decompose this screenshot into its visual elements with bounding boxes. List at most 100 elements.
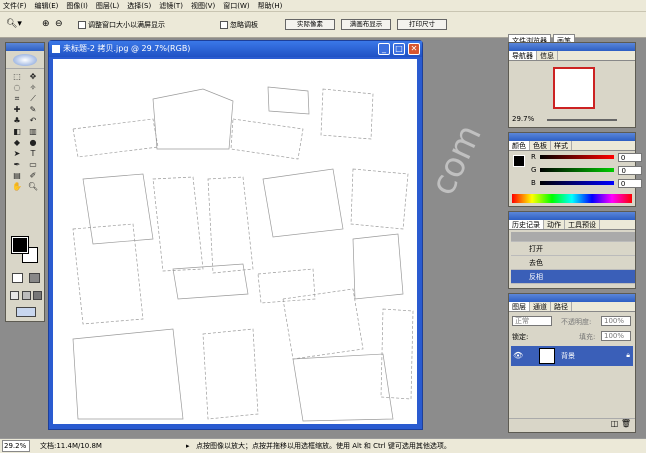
minimize-icon[interactable]: _ <box>378 43 390 55</box>
zoom-tool-icon[interactable]: 🔍︎▾ <box>6 18 22 30</box>
type-tool-icon[interactable]: T <box>25 148 41 159</box>
navigator-titlebar[interactable] <box>509 43 635 51</box>
screen-mode-2-icon[interactable] <box>21 291 31 300</box>
status-arrow-icon[interactable]: ▸ <box>186 439 190 453</box>
magic-wand-icon[interactable]: ✧ <box>25 82 41 93</box>
maximize-icon[interactable]: □ <box>393 43 405 55</box>
notes-tool-icon[interactable]: ▤ <box>9 170 25 181</box>
status-doc-size[interactable]: 文档:11.4M/10.8M <box>40 439 102 453</box>
tab-layers[interactable]: 图层 <box>509 302 530 311</box>
marquee-tool-icon[interactable]: ⬚ <box>9 71 25 82</box>
tab-navigator[interactable]: 导航器 <box>509 51 537 60</box>
quickmask-mode-icon[interactable] <box>29 273 40 283</box>
tab-swatches[interactable]: 色板 <box>530 141 551 150</box>
zoom-out-icon[interactable]: ⊖ <box>55 18 63 30</box>
lock-label: 锁定: <box>512 333 529 341</box>
blend-mode-select[interactable]: 正常 <box>512 316 552 326</box>
b-value[interactable]: 0 <box>617 178 642 188</box>
navigator-thumbnail[interactable] <box>553 67 595 109</box>
color-titlebar[interactable] <box>509 133 635 141</box>
hand-tool-icon[interactable]: ✋ <box>9 181 25 192</box>
menu-select[interactable]: 选择(S) <box>127 1 151 11</box>
dodge-tool-icon[interactable]: ● <box>25 137 41 148</box>
print-size-button[interactable]: 打印尺寸 <box>397 19 447 30</box>
history-item-desaturate[interactable]: 去色 <box>511 256 635 270</box>
path-select-icon[interactable]: ➤ <box>9 148 25 159</box>
close-icon[interactable]: ✕ <box>408 43 420 55</box>
r-value[interactable]: 0 <box>617 152 642 162</box>
menu-filter[interactable]: 滤镜(T) <box>159 1 183 11</box>
document-titlebar[interactable]: 未标题-2 拷贝.jpg @ 29.7%(RGB) _ □ ✕ <box>49 41 422 57</box>
photoshop-logo[interactable] <box>6 51 44 69</box>
tab-channels[interactable]: 通道 <box>530 302 551 311</box>
toolbox-titlebar[interactable] <box>6 43 44 51</box>
watermark-text: com <box>422 118 490 202</box>
tab-styles[interactable]: 样式 <box>551 141 572 150</box>
menu-edit[interactable]: 编辑(E) <box>35 1 59 11</box>
ignore-palettes-label: 忽略调板 <box>230 21 258 29</box>
eye-icon[interactable]: 👁︎ <box>513 351 523 360</box>
screen-mode-1-icon[interactable] <box>10 291 19 300</box>
history-panel: 历史记录 动作 工具预设 打开 去色 反相 <box>508 211 636 289</box>
menu-help[interactable]: 帮助(H) <box>258 1 283 11</box>
tab-history[interactable]: 历史记录 <box>509 220 544 229</box>
screen-mode-3-icon[interactable] <box>33 291 42 300</box>
eyedropper-icon[interactable]: ✐ <box>25 170 41 181</box>
menu-file[interactable]: 文件(F) <box>3 1 27 11</box>
clone-stamp-icon[interactable]: ♣ <box>9 115 25 126</box>
menu-layer[interactable]: 图层(L) <box>96 1 119 11</box>
blur-tool-icon[interactable]: ◆ <box>9 137 25 148</box>
opacity-label: 不透明度: <box>561 318 592 326</box>
status-zoom[interactable]: 29.2% <box>2 440 30 452</box>
tab-actions[interactable]: 动作 <box>544 220 565 229</box>
pen-tool-icon[interactable]: ✒ <box>9 159 25 170</box>
lasso-tool-icon[interactable]: ◌ <box>9 82 25 93</box>
opacity-field[interactable]: 100% <box>601 316 631 326</box>
history-titlebar[interactable] <box>509 212 635 220</box>
history-item-desaturate-label: 去色 <box>529 259 543 267</box>
history-item-open[interactable]: 打开 <box>511 242 635 256</box>
g-slider[interactable] <box>540 168 615 172</box>
resize-windows-checkbox[interactable]: 调整窗口大小以满屏显示 <box>78 20 165 30</box>
zoom-in-icon[interactable]: ⊕ <box>42 18 50 30</box>
document-title: 未标题-2 拷贝.jpg @ 29.7%(RGB) <box>63 44 191 53</box>
history-item-invert[interactable]: 反相 <box>511 270 635 284</box>
r-slider[interactable] <box>539 155 614 159</box>
tab-tool-presets[interactable]: 工具预设 <box>565 220 600 229</box>
layer-row-background[interactable]: 👁︎ 背景 🔒︎ <box>511 346 633 366</box>
b-slider[interactable] <box>539 181 614 185</box>
actual-pixels-button[interactable]: 实际像素 <box>285 19 335 30</box>
brush-tool-icon[interactable]: ✎ <box>25 104 41 115</box>
image-canvas[interactable] <box>53 59 417 424</box>
color-ramp[interactable] <box>512 194 632 203</box>
tab-info[interactable]: 信息 <box>537 51 558 60</box>
standard-mode-icon[interactable] <box>12 273 23 283</box>
menu-window[interactable]: 窗口(W) <box>223 1 249 11</box>
healing-brush-icon[interactable]: ✚ <box>9 104 25 115</box>
eraser-tool-icon[interactable]: ◧ <box>9 126 25 137</box>
shape-tool-icon[interactable]: ▭ <box>25 159 41 170</box>
layers-titlebar[interactable] <box>509 294 635 302</box>
foreground-color-swatch[interactable] <box>11 236 29 254</box>
zoom-tool-box-icon[interactable]: 🔍︎ <box>25 181 41 192</box>
menu-image[interactable]: 图像(I) <box>66 1 88 11</box>
ignore-palettes-checkbox[interactable]: 忽略调板 <box>220 20 258 30</box>
navigator-zoom[interactable]: 29.7% <box>512 115 534 123</box>
color-fg-swatch[interactable] <box>513 155 525 167</box>
fill-field[interactable]: 100% <box>601 331 631 341</box>
crop-tool-icon[interactable]: ⌗ <box>9 93 25 104</box>
navigator-slider[interactable] <box>547 119 617 121</box>
tab-color[interactable]: 颜色 <box>509 141 530 150</box>
fit-screen-button[interactable]: 满画布显示 <box>341 19 391 30</box>
g-value[interactable]: 0 <box>618 165 643 175</box>
jump-to-imageready-icon[interactable] <box>16 307 36 317</box>
move-tool-icon[interactable]: ✥ <box>25 71 41 82</box>
history-snapshot[interactable] <box>511 232 635 242</box>
gradient-tool-icon[interactable]: ▥ <box>25 126 41 137</box>
trash-icon[interactable]: 🗑︎ <box>621 419 631 428</box>
new-layer-icon[interactable]: ◫ <box>611 419 619 428</box>
tab-paths[interactable]: 路径 <box>551 302 572 311</box>
menu-view[interactable]: 视图(V) <box>191 1 215 11</box>
history-brush-icon[interactable]: ↶ <box>25 115 41 126</box>
slice-tool-icon[interactable]: ⟋ <box>25 93 41 104</box>
